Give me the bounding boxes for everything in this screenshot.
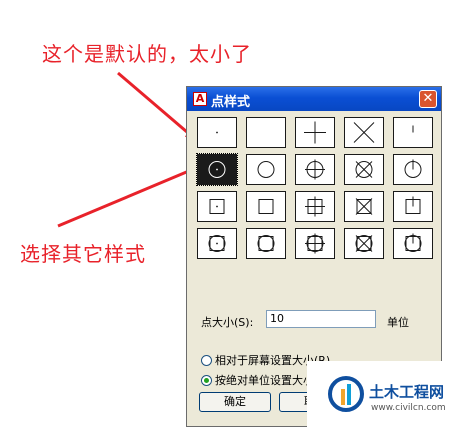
point-style-circle-square-dot[interactable]: [197, 228, 237, 259]
watermark: 土木工程网 www.civilcn.com: [307, 361, 452, 427]
point-style-tick[interactable]: [393, 117, 433, 148]
square-dot-icon: [209, 199, 225, 214]
point-style-cross[interactable]: [344, 117, 384, 148]
circle-cross-icon: [355, 161, 373, 178]
point-style-circle-square-plus[interactable]: [295, 228, 335, 259]
cross-icon: [353, 122, 375, 143]
tick-icon: [412, 125, 414, 133]
dialog-title: 点样式: [211, 95, 251, 110]
point-style-square-plus[interactable]: [295, 191, 335, 222]
watermark-logo-icon: [328, 376, 364, 412]
point-size-label: 点大小(S):: [201, 316, 254, 329]
point-style-square-tick[interactable]: [393, 191, 433, 222]
point-style-circle-square-cross[interactable]: [344, 228, 384, 259]
circle-square-dot-icon: [208, 235, 226, 252]
title-bar: A 点样式 ✕: [187, 87, 441, 111]
plus-icon: [304, 121, 326, 144]
point-style-circle-plus[interactable]: [295, 154, 335, 185]
watermark-url: www.civilcn.com: [371, 403, 446, 413]
point-style-circle-dot[interactable]: [196, 153, 238, 186]
circle-dot-icon: [208, 161, 226, 178]
arrow-to-default-style: [117, 71, 196, 140]
point-style-dot[interactable]: [197, 117, 237, 148]
dot-icon: [216, 131, 218, 134]
point-style-circle[interactable]: [246, 154, 286, 185]
square-icon: [258, 199, 274, 214]
point-style-square[interactable]: [246, 191, 286, 222]
watermark-name: 土木工程网: [369, 383, 445, 401]
square-cross-icon: [355, 198, 373, 215]
circle-square-plus-icon: [305, 233, 325, 254]
point-style-circle-cross[interactable]: [344, 154, 384, 185]
radio-relative-indicator[interactable]: [201, 355, 212, 366]
square-plus-icon: [305, 196, 325, 217]
unit-label: 单位: [387, 316, 409, 329]
point-style-circle-square-tick[interactable]: [393, 228, 433, 259]
point-style-circle-square[interactable]: [246, 228, 286, 259]
circle-square-icon: [257, 235, 275, 252]
radio-absolute-indicator[interactable]: [201, 375, 212, 386]
ok-button[interactable]: 确定: [199, 392, 271, 412]
point-style-square-dot[interactable]: [197, 191, 237, 222]
autocad-app-icon: A: [193, 92, 207, 106]
circle-plus-icon: [305, 159, 325, 180]
none-icon: [247, 118, 287, 149]
point-style-plus[interactable]: [295, 117, 335, 148]
point-size-input[interactable]: 10: [266, 310, 376, 328]
point-style-none[interactable]: [246, 117, 286, 148]
close-button[interactable]: ✕: [419, 90, 437, 108]
point-style-circle-tick[interactable]: [393, 154, 433, 185]
arrow-to-other-styles: [57, 166, 198, 228]
circle-square-cross-icon: [355, 235, 373, 252]
circle-icon: [257, 161, 275, 178]
circle-square-tick-icon: [404, 233, 422, 252]
point-style-square-cross[interactable]: [344, 191, 384, 222]
square-tick-icon: [405, 196, 421, 214]
circle-tick-icon: [404, 159, 422, 178]
